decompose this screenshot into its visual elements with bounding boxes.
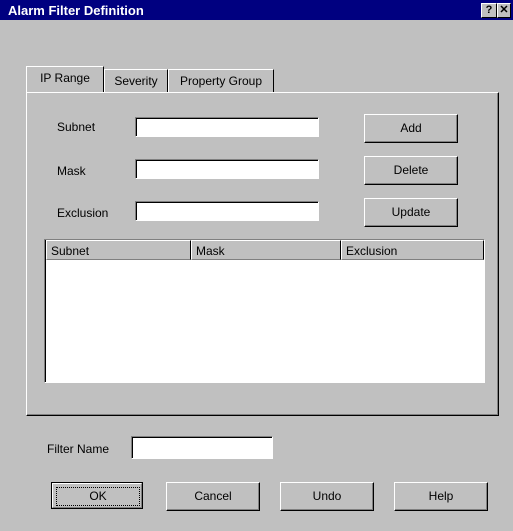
ok-focus-rect: OK xyxy=(56,487,140,506)
delete-button[interactable]: Delete xyxy=(364,156,458,185)
alarm-filter-dialog: Alarm Filter Definition ? ✕ IP Range Sev… xyxy=(0,0,513,531)
window-title: Alarm Filter Definition xyxy=(8,3,144,18)
tab-label: Severity xyxy=(114,74,158,88)
help-button[interactable]: Help xyxy=(394,482,488,511)
help-icon[interactable]: ? xyxy=(481,3,497,18)
title-bar[interactable]: Alarm Filter Definition ? ✕ xyxy=(0,0,513,20)
help-glyph: ? xyxy=(485,4,493,16)
column-header-label: Mask xyxy=(196,244,225,258)
add-button[interactable]: Add xyxy=(364,114,458,143)
update-button[interactable]: Update xyxy=(364,198,458,227)
undo-button[interactable]: Undo xyxy=(280,482,374,511)
help-button-label: Help xyxy=(428,489,454,503)
undo-button-label: Undo xyxy=(312,489,342,503)
close-glyph: ✕ xyxy=(499,4,509,16)
tab-label: IP Range xyxy=(40,71,90,85)
tab-ip-range[interactable]: IP Range xyxy=(26,66,104,92)
ip-range-list[interactable]: Subnet Mask Exclusion xyxy=(44,239,485,383)
column-header-label: Exclusion xyxy=(346,244,398,258)
cancel-button-label: Cancel xyxy=(194,489,232,503)
tab-severity[interactable]: Severity xyxy=(104,69,168,92)
filter-name-label: Filter Name xyxy=(47,442,110,456)
column-header-label: Subnet xyxy=(51,244,90,258)
column-header-mask[interactable]: Mask xyxy=(191,240,341,260)
tab-panel-ip-range: Subnet Mask Exclusion Add Delete Update … xyxy=(26,92,499,416)
tab-label: Property Group xyxy=(179,74,263,88)
cancel-button[interactable]: Cancel xyxy=(166,482,260,511)
exclusion-label: Exclusion xyxy=(57,206,109,220)
column-header-exclusion[interactable]: Exclusion xyxy=(341,240,484,260)
add-button-label: Add xyxy=(400,121,422,135)
mask-input[interactable] xyxy=(135,159,319,179)
exclusion-input[interactable] xyxy=(135,201,319,221)
filter-name-input[interactable] xyxy=(131,436,273,459)
subnet-label: Subnet xyxy=(57,120,96,134)
mask-label: Mask xyxy=(57,164,86,178)
delete-button-label: Delete xyxy=(393,163,429,177)
update-button-label: Update xyxy=(391,205,431,219)
tab-property-group[interactable]: Property Group xyxy=(168,69,274,92)
column-header-subnet[interactable]: Subnet xyxy=(46,240,191,260)
ok-button-label: OK xyxy=(89,489,107,503)
close-icon[interactable]: ✕ xyxy=(497,3,511,18)
subnet-input[interactable] xyxy=(135,117,319,137)
ok-button[interactable]: OK xyxy=(51,482,143,509)
